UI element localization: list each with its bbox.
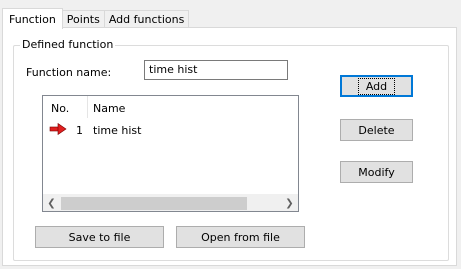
red-arrow-icon bbox=[49, 122, 67, 138]
group-title: Defined function bbox=[20, 38, 116, 51]
open-from-file-button[interactable]: Open from file bbox=[176, 226, 305, 248]
scrollbar-thumb[interactable] bbox=[61, 197, 247, 210]
list-item[interactable]: 1 time hist bbox=[43, 120, 298, 138]
function-name-input[interactable]: time hist bbox=[144, 60, 288, 80]
function-list[interactable]: No. Name 1 time hist ❮ ❯ bbox=[42, 95, 299, 212]
scroll-right-icon[interactable]: ❯ bbox=[281, 195, 298, 212]
save-to-file-button[interactable]: Save to file bbox=[35, 226, 164, 248]
delete-button[interactable]: Delete bbox=[340, 119, 413, 141]
column-header-no[interactable]: No. bbox=[43, 96, 88, 118]
tab-add-functions[interactable]: Add functions bbox=[103, 10, 190, 28]
tab-function[interactable]: Function bbox=[2, 8, 63, 29]
row-name: time hist bbox=[93, 124, 142, 137]
tab-points[interactable]: Points bbox=[61, 10, 105, 28]
tab-strip: Function Points Add functions bbox=[2, 8, 190, 29]
scroll-left-icon[interactable]: ❮ bbox=[43, 195, 60, 212]
row-number: 1 bbox=[76, 124, 83, 137]
add-button[interactable]: Add bbox=[340, 75, 413, 97]
list-header: No. Name bbox=[43, 96, 298, 118]
horizontal-scrollbar[interactable]: ❮ ❯ bbox=[43, 194, 298, 211]
modify-button[interactable]: Modify bbox=[340, 161, 413, 183]
function-name-label: Function name: bbox=[26, 66, 112, 79]
column-header-name[interactable]: Name bbox=[88, 96, 125, 118]
